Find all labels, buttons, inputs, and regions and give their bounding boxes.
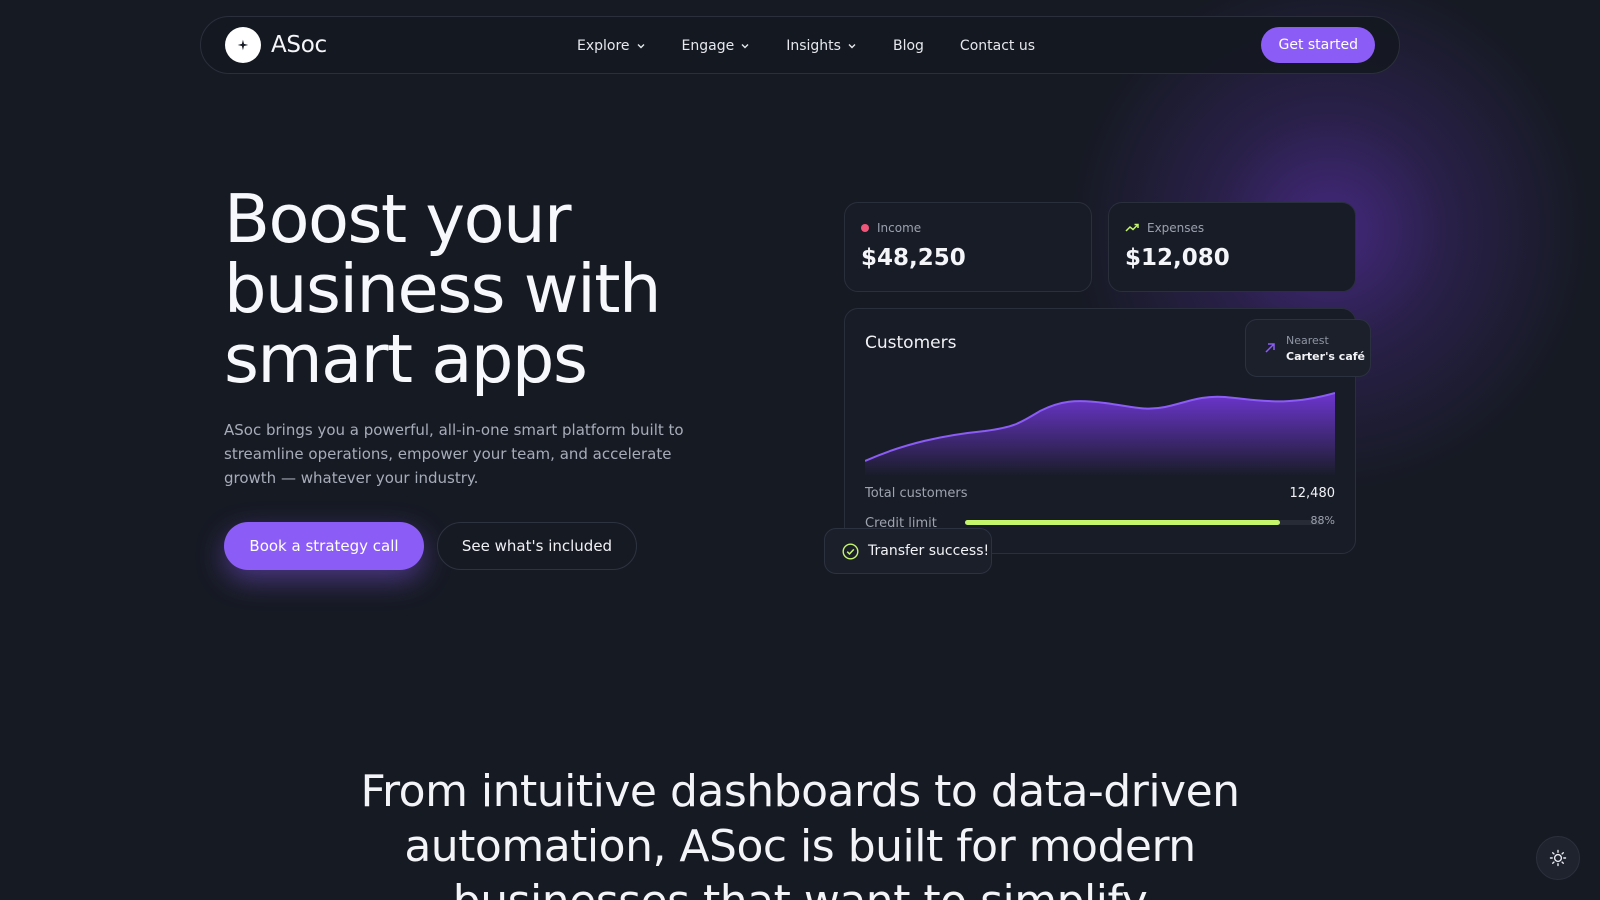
chevron-down-icon [741, 44, 749, 49]
total-customers-row: Total customers 12,480 [865, 486, 1335, 501]
hero-title-line: smart apps [224, 320, 588, 398]
hero-title-line: business with [224, 250, 661, 328]
trend-up-icon [1125, 223, 1139, 232]
top-nav: ASoc Explore Engage Insights Blog Contac… [200, 16, 1400, 74]
main-menu: Explore Engage Insights Blog Contact us [577, 17, 1071, 75]
nav-item-engage[interactable]: Engage [682, 38, 751, 54]
brand-logo[interactable]: ASoc [225, 27, 327, 63]
total-customers-label: Total customers [865, 486, 968, 501]
section-tagline: From intuitive dashboards to data-driven… [300, 764, 1300, 900]
get-started-button[interactable]: Get started [1261, 27, 1375, 63]
arrow-up-right-icon [1265, 343, 1275, 353]
income-dot-icon [861, 224, 869, 232]
expenses-label-row: Expenses [1125, 221, 1204, 235]
customers-area-chart [865, 392, 1335, 475]
nav-item-label: Engage [681, 38, 735, 54]
nav-item-label: Explore [577, 38, 630, 54]
chart-area [865, 393, 1335, 475]
total-customers-value: 12,480 [1289, 486, 1336, 501]
see-whats-included-button[interactable]: See what's included [437, 522, 637, 570]
transfer-success-toast: Transfer success! [824, 528, 992, 574]
chevron-down-icon [637, 44, 645, 49]
hero-title: Boost your business with smart apps [224, 184, 784, 394]
income-value: $48,250 [861, 245, 966, 271]
toast-text: Transfer success! [868, 543, 990, 559]
nearest-label: Nearest [1286, 334, 1329, 347]
expenses-label: Expenses [1147, 221, 1205, 235]
tagline-line: From intuitive dashboards to data-driven [360, 766, 1240, 817]
sparkle-icon [225, 27, 261, 63]
chevron-down-icon [848, 44, 856, 49]
customers-title: Customers [865, 333, 957, 353]
expenses-card: Expenses $12,080 [1108, 202, 1356, 292]
book-strategy-call-button[interactable]: Book a strategy call [224, 522, 424, 570]
nearest-location-chip[interactable]: Nearest Carter's café [1245, 319, 1371, 377]
theme-toggle-button[interactable] [1536, 836, 1580, 880]
credit-limit-progress-fill [965, 520, 1281, 525]
income-card: Income $48,250 [844, 202, 1092, 292]
nav-item-label: Insights [786, 38, 841, 54]
credit-limit-progress-bar [965, 520, 1323, 525]
nav-item-blog[interactable]: Blog [893, 38, 924, 54]
page: ASoc Explore Engage Insights Blog Contac… [0, 0, 1600, 900]
nav-item-label: Contact us [959, 38, 1036, 54]
nav-item-explore[interactable]: Explore [577, 38, 646, 54]
expenses-value: $12,080 [1125, 245, 1230, 271]
income-label-row: Income [861, 221, 921, 235]
brand-name: ASoc [271, 32, 327, 58]
tagline-line: automation, ASoc is built for modern [404, 821, 1196, 872]
nearest-value: Carter's café [1286, 350, 1365, 363]
check-circle-icon [842, 542, 859, 560]
hero-description: ASoc brings you a powerful, all-in-one s… [224, 421, 684, 487]
credit-limit-percent: 88% [1310, 514, 1335, 527]
hero-title-line: Boost your [224, 180, 572, 258]
nav-item-label: Blog [892, 38, 924, 54]
income-label: Income [877, 221, 922, 235]
nav-item-insights[interactable]: Insights [786, 38, 857, 54]
tagline-line: businesses that want to simplify [453, 876, 1148, 900]
nav-item-contact[interactable]: Contact us [960, 38, 1035, 54]
sun-icon [1549, 849, 1567, 867]
